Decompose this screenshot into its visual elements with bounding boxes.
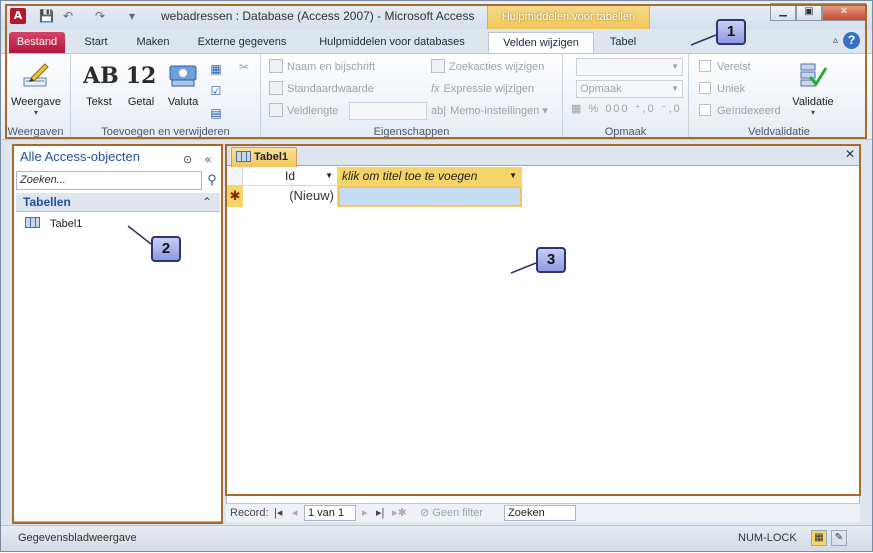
callout-marker-2: 2 xyxy=(151,236,181,262)
status-bar: Gegevensbladweergave NUM-LOCK ▦ ✎ xyxy=(1,525,872,551)
last-record-icon[interactable]: ▸| xyxy=(376,504,384,522)
annotation-frame-document xyxy=(225,144,861,496)
callout-marker-1: 1 xyxy=(716,19,746,45)
design-view-icon[interactable]: ✎ xyxy=(831,530,847,546)
access-window: A 💾 ↶ ↷ ▾ webadressen : Database (Access… xyxy=(0,0,873,552)
record-label: Record: xyxy=(230,507,269,519)
status-view-name: Gegevensbladweergave xyxy=(18,532,137,544)
filter-button[interactable]: ⊘ Geen filter xyxy=(420,504,483,522)
new-record-icon[interactable]: ▸✱ xyxy=(392,504,407,522)
annotation-frame-nav-pane xyxy=(12,144,223,524)
first-record-icon[interactable]: |◂ xyxy=(274,504,282,522)
callout-marker-3: 3 xyxy=(536,247,566,273)
next-record-icon[interactable]: ▸ xyxy=(362,504,368,522)
status-numlock: NUM-LOCK xyxy=(738,532,797,544)
filter-label: Geen filter xyxy=(432,507,484,519)
record-position-input[interactable]: 1 van 1 xyxy=(304,505,356,521)
record-search-input[interactable]: Zoeken xyxy=(504,505,576,521)
previous-record-icon[interactable]: ◂ xyxy=(292,504,298,522)
datasheet-view-icon[interactable]: ▦ xyxy=(811,530,827,546)
record-navigation-bar: Record: |◂ ◂ 1 van 1 ▸ ▸| ▸✱ ⊘ Geen filt… xyxy=(226,503,860,522)
